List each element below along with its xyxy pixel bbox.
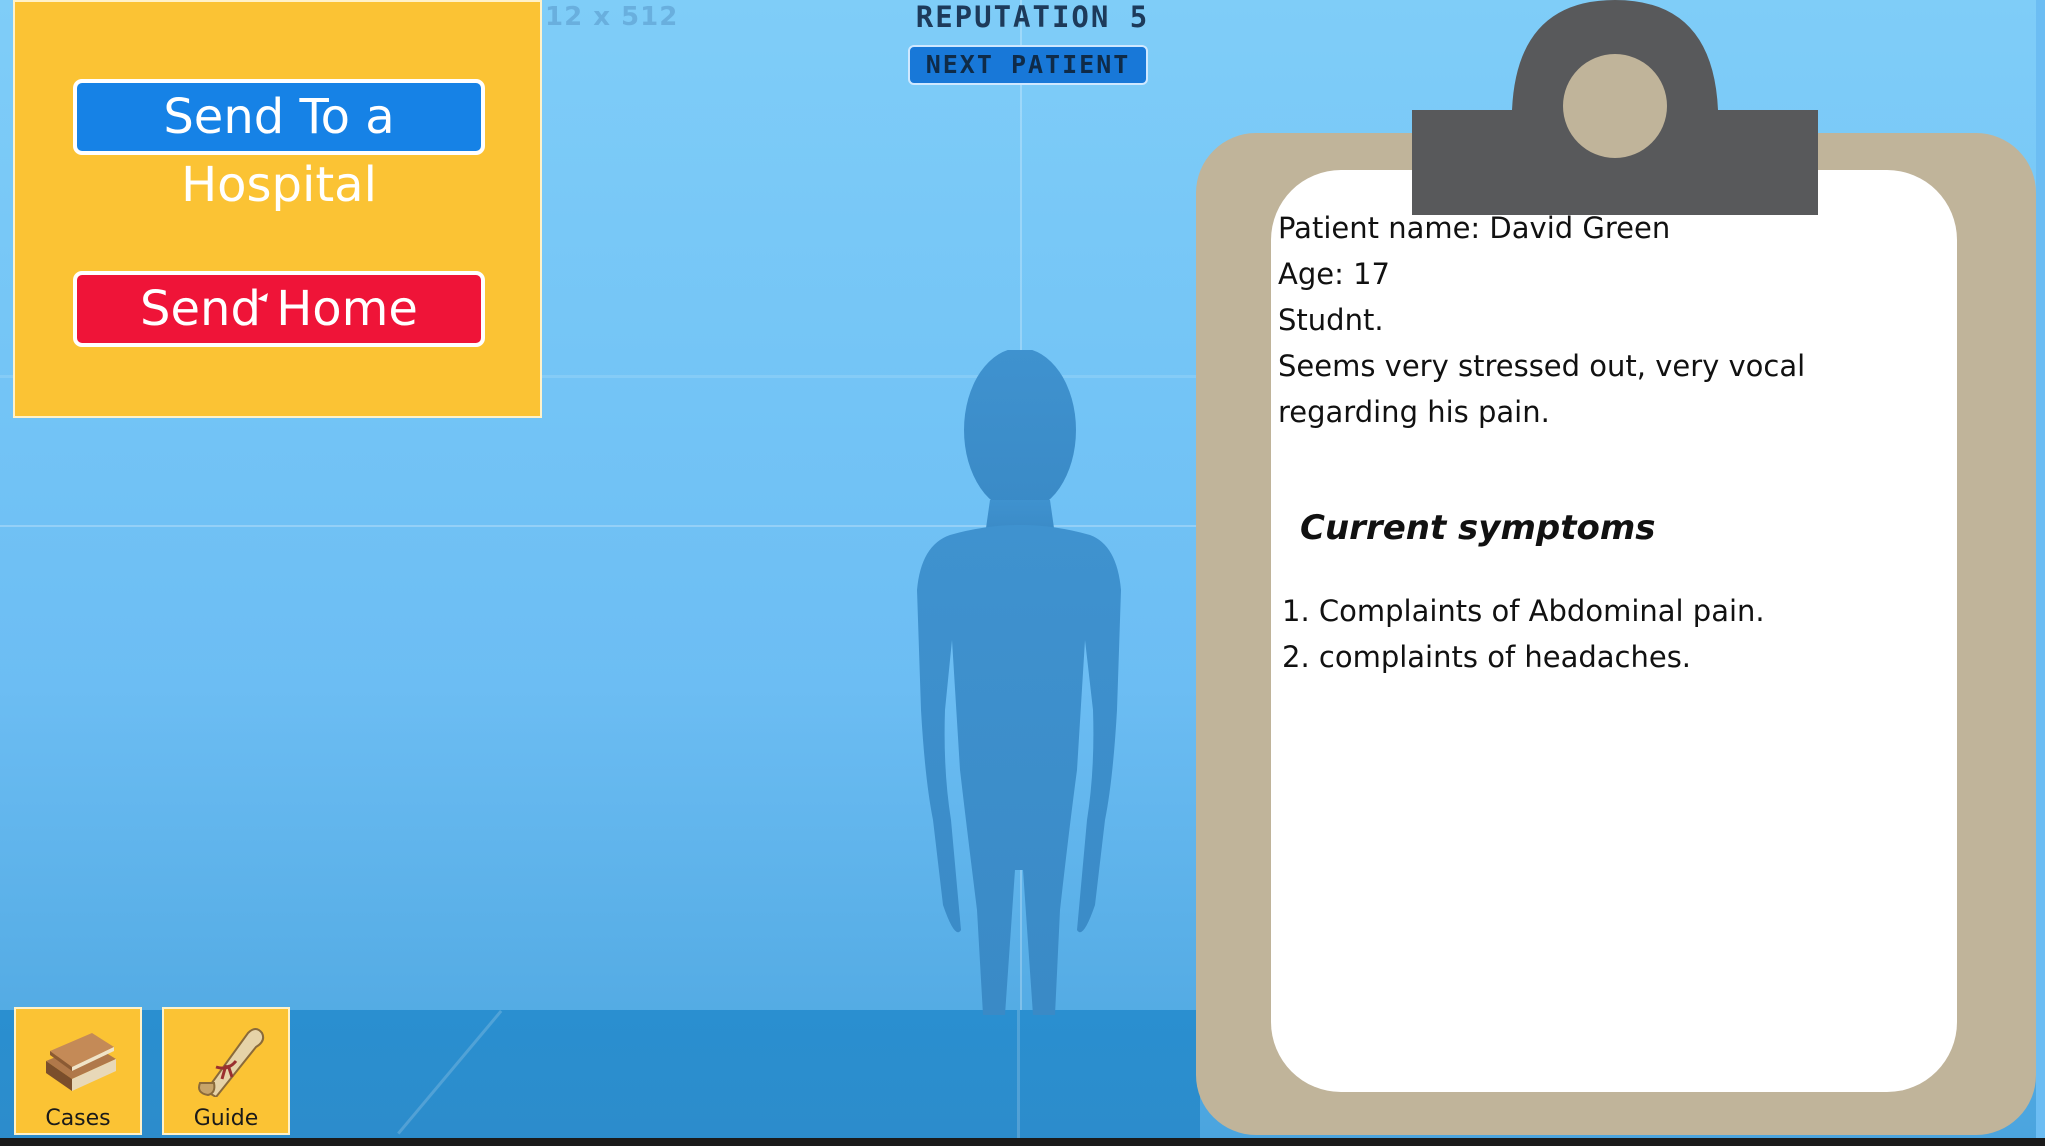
symptom-item: 2. complaints of headaches. <box>1282 640 1692 674</box>
send-home-button[interactable]: Send Home <box>73 271 485 347</box>
scene-edge <box>2036 0 2045 1146</box>
cases-label: Cases <box>45 1106 111 1131</box>
next-patient-button[interactable]: NEXT PATIENT <box>908 45 1148 85</box>
send-to-hospital-button[interactable]: Send To a Hospital <box>73 79 485 213</box>
patient-name: Patient name: David Green <box>1278 211 1671 245</box>
book-icon <box>46 1033 116 1091</box>
symptom-item: 1. Complaints of Abdominal pain. <box>1282 594 1765 628</box>
patient-figure[interactable] <box>855 350 1175 1015</box>
patient-occupation: Studnt. <box>1278 303 1384 337</box>
action-panel: Send To a Hospital Send Home <box>13 0 542 418</box>
scroll-icon <box>198 1028 265 1097</box>
guide-label: Guide <box>193 1106 259 1131</box>
patient-notes: Patient name: David Green Age: 17 Studnt… <box>1278 205 1938 435</box>
guide-button[interactable]: Guide <box>162 1007 290 1135</box>
clipboard-clip-icon <box>1412 0 1818 215</box>
reputation-counter: REPUTATION 5 <box>915 0 1150 34</box>
patient-age: Age: 17 <box>1278 257 1390 291</box>
window-bottom-border <box>0 1138 2045 1146</box>
cases-button[interactable]: Cases <box>14 1007 142 1135</box>
texture-size-label: 12 x 512 <box>545 2 679 32</box>
symptom-list: 1. Complaints of Abdominal pain. 2. comp… <box>1282 588 1922 680</box>
patient-note: Seems very stressed out, very vocal rega… <box>1278 349 1806 429</box>
symptoms-heading: Current symptoms <box>1300 508 1656 548</box>
